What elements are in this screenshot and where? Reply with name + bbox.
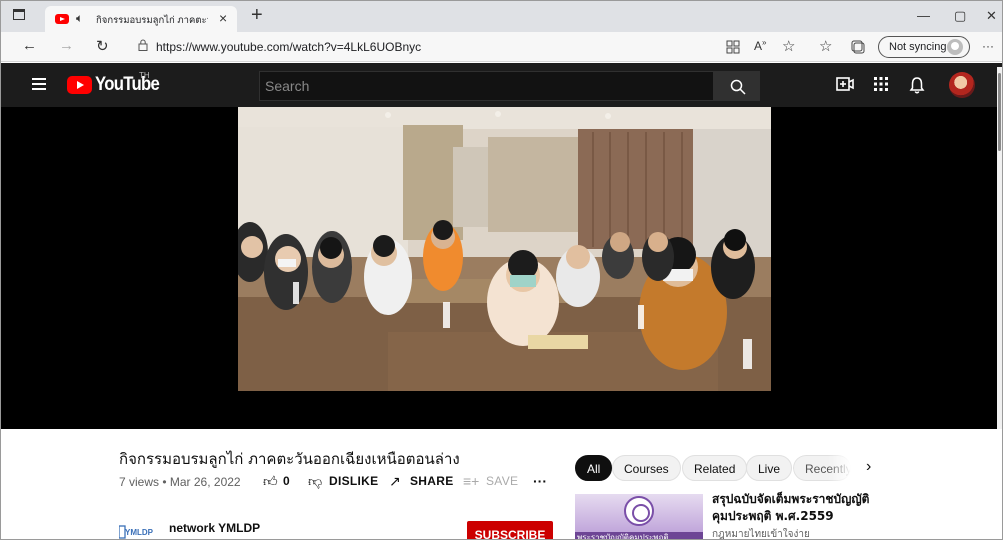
- youtube-header: YouTube TH: [1, 63, 1002, 107]
- tab-close-icon[interactable]: ×: [219, 10, 227, 26]
- save-icon[interactable]: ≡+: [463, 473, 479, 489]
- apps-grid-icon[interactable]: [873, 76, 889, 92]
- sync-label: Not syncing: [889, 41, 947, 53]
- like-count[interactable]: 0: [283, 474, 290, 488]
- chip-live[interactable]: Live: [746, 455, 793, 481]
- video-player[interactable]: [1, 107, 1002, 429]
- share-button[interactable]: SHARE: [410, 474, 454, 488]
- hamburger-menu-icon[interactable]: [32, 78, 46, 90]
- browser-window: 🔈︎ กิจกรรมอบรมลูกไก่ ภาคตะวันออ × + — ▢ …: [0, 0, 1003, 540]
- account-avatar[interactable]: [949, 72, 975, 98]
- share-icon[interactable]: ↗: [389, 473, 401, 490]
- watch-content: กิจกรรมอบรมลูกไก่ ภาคตะวันออกเฉียงเหนือต…: [1, 429, 1002, 540]
- notifications-bell-icon[interactable]: [909, 76, 925, 94]
- youtube-logo-icon[interactable]: [67, 76, 92, 94]
- video-title: กิจกรรมอบรมลูกไก่ ภาคตะวันออกเฉียงเหนือต…: [119, 450, 460, 468]
- subscribe-button[interactable]: SUBSCRIBE: [467, 521, 553, 539]
- channel-logo-text: YMLDP: [125, 528, 153, 537]
- collections-icon[interactable]: [851, 40, 865, 54]
- restore-icon[interactable]: ▢: [954, 8, 966, 24]
- recommendation-title[interactable]: สรุปฉบับจัดเต็มพระราชบัญญัติคุมประพฤติ พ…: [712, 491, 872, 525]
- seal-emblem-icon: [624, 496, 654, 526]
- tab-actions-icon[interactable]: [13, 9, 27, 23]
- refresh-icon[interactable]: ↻: [96, 37, 109, 55]
- save-button[interactable]: SAVE: [486, 474, 518, 488]
- search-icon: [730, 79, 746, 95]
- browser-tab[interactable]: 🔈︎ กิจกรรมอบรมลูกไก่ ภาคตะวันออ ×: [45, 6, 237, 32]
- video-meta: 7 views • Mar 26, 2022: [119, 475, 241, 489]
- reader-view-icon[interactable]: [726, 40, 740, 54]
- video-frame-image: [238, 107, 771, 391]
- browser-menu-icon[interactable]: ···: [982, 39, 994, 53]
- chip-courses[interactable]: Courses: [612, 455, 681, 481]
- page-scrollbar-thumb[interactable]: [998, 73, 1001, 151]
- dislike-icon[interactable]: 👎︎: [308, 473, 322, 490]
- like-icon[interactable]: 👍︎: [263, 473, 278, 490]
- recommendation-thumbnail[interactable]: พระราชบัญญัติคุมประพฤติ: [575, 494, 703, 540]
- youtube-favicon-icon: [55, 14, 69, 24]
- read-aloud-icon[interactable]: A»: [754, 38, 766, 53]
- chip-recently[interactable]: Recently: [793, 455, 851, 481]
- profile-avatar-icon: [947, 39, 963, 55]
- new-tab-button[interactable]: +: [251, 4, 263, 27]
- favorites-icon[interactable]: ☆: [819, 37, 832, 55]
- search-input[interactable]: [260, 72, 713, 100]
- more-actions-icon[interactable]: ···: [533, 473, 547, 489]
- channel-name[interactable]: network YMLDP: [169, 521, 260, 535]
- chevron-right-icon[interactable]: ›: [866, 458, 871, 476]
- minimize-icon[interactable]: —: [917, 8, 930, 23]
- address-bar-url[interactable]: https://www.youtube.com/watch?v=4LkL6UOB…: [156, 40, 421, 54]
- chip-related[interactable]: Related: [682, 455, 748, 481]
- chip-all[interactable]: All: [575, 455, 613, 481]
- speaker-icon[interactable]: 🔈︎: [76, 11, 83, 26]
- back-arrow-icon[interactable]: ←: [22, 37, 37, 54]
- tab-strip: 🔈︎ กิจกรรมอบรมลูกไก่ ภาคตะวันออ × + — ▢ …: [1, 1, 1002, 32]
- tab-title: กิจกรรมอบรมลูกไก่ ภาคตะวันออ: [96, 15, 208, 26]
- search-button[interactable]: [714, 71, 760, 101]
- recommendation-channel[interactable]: กฎหมายไทยเข้าใจง่าย: [712, 527, 810, 539]
- forward-arrow-icon[interactable]: →: [59, 37, 74, 54]
- thumbnail-caption: พระราชบัญญัติคุมประพฤติ: [577, 533, 669, 540]
- lock-icon[interactable]: [138, 39, 148, 51]
- profile-sync-button[interactable]: Not syncing: [878, 36, 970, 58]
- add-favorite-icon[interactable]: ☆: [782, 37, 795, 55]
- browser-toolbar: ← → ↻ https://www.youtube.com/watch?v=4L…: [1, 32, 1002, 62]
- dislike-button[interactable]: DISLIKE: [329, 474, 378, 488]
- search-box: [259, 71, 714, 101]
- create-video-icon[interactable]: [836, 76, 854, 92]
- country-code: TH: [139, 71, 150, 80]
- close-window-icon[interactable]: ✕: [986, 8, 997, 24]
